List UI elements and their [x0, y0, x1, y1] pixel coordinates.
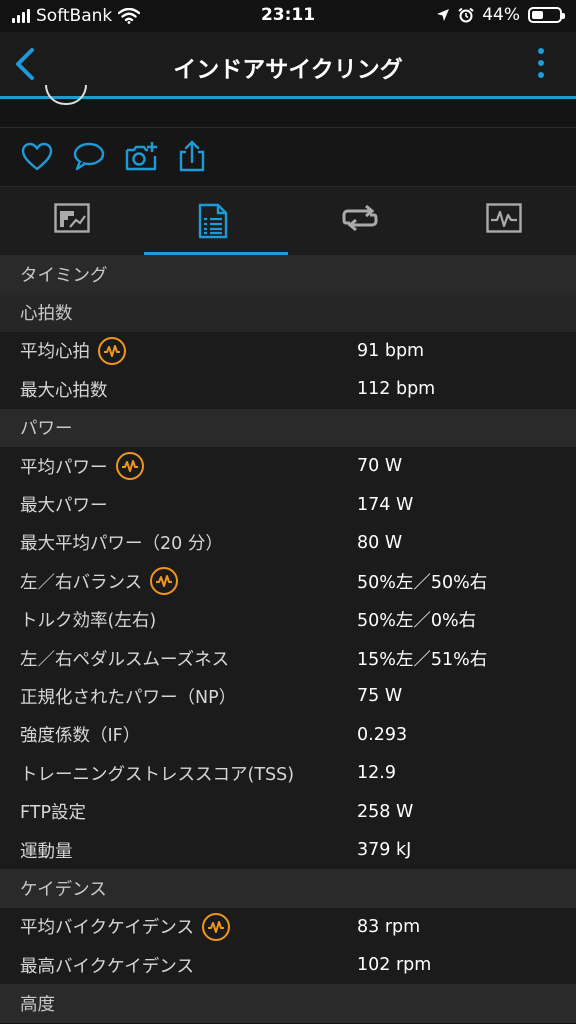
chart-icon [54, 203, 90, 233]
stat-value: 80 W [357, 532, 403, 553]
scrolled-header-strip [0, 85, 576, 128]
stat-label: 正規化されたパワー（NP） [20, 687, 237, 708]
tab-graphs[interactable] [432, 187, 576, 255]
row-tss: トレーニングストレススコア(TSS) 12.9 [0, 754, 576, 793]
waveform-badge-icon[interactable] [201, 912, 230, 941]
row-lr-balance: 左／右バランス 50%左／50%右 [0, 562, 576, 601]
stat-value: 258 W [357, 801, 414, 822]
row-torque-effectiveness: トルク効率(左右) 50%左／0%右 [0, 600, 576, 639]
section-title: 高度 [20, 995, 55, 1016]
row-avg-cadence: 平均バイクケイデンス 83 rpm [0, 907, 576, 947]
row-max-avg-power: 最大平均パワー（20 分） 80 W [0, 523, 576, 563]
stat-value: 50%左／50%右 [357, 572, 488, 593]
stat-value: 15%左／51%右 [357, 649, 488, 670]
tab-bar [0, 187, 576, 255]
stat-label: トルク効率(左右) [20, 611, 157, 632]
row-normalized-power: 正規化されたパワー（NP） 75 W [0, 677, 576, 716]
status-bar: SoftBank 23:11 44% [0, 0, 576, 32]
repeat-icon [342, 204, 378, 232]
stat-value: 50%左／0%右 [357, 611, 477, 632]
partial-avatar [45, 85, 87, 105]
stat-value: 174 W [357, 494, 414, 515]
stat-label: 平均バイクケイデンス [20, 918, 194, 939]
section-title: タイミング [20, 265, 108, 286]
page-title: インドアサイクリング [173, 57, 403, 83]
section-timing[interactable]: タイミング [0, 255, 576, 294]
stat-value: 83 rpm [357, 916, 421, 937]
stat-label: 強度係数（IF） [20, 726, 141, 747]
waveform-badge-icon[interactable] [98, 336, 126, 365]
section-title: 心拍数 [20, 304, 73, 325]
document-list-icon [198, 203, 228, 239]
row-avg-heart-rate: 平均心拍 91 bpm [0, 331, 576, 371]
stat-label: 運動量 [20, 841, 73, 862]
share-icon[interactable] [175, 140, 209, 174]
waveform-icon [486, 203, 522, 233]
stat-value: 70 W [357, 456, 403, 477]
section-power: パワー [0, 408, 576, 447]
stat-label: 最高バイクケイデンス [20, 956, 194, 977]
stat-value: 379 kJ [357, 840, 412, 861]
row-max-heart-rate: 最大心拍数 112 bpm [0, 370, 576, 409]
tab-overview[interactable] [0, 187, 144, 255]
waveform-badge-icon[interactable] [150, 567, 179, 596]
stat-label: 左／右バランス [20, 572, 143, 593]
stat-label: トレーニングストレススコア(TSS) [20, 764, 295, 785]
section-cadence: ケイデンス [0, 869, 576, 908]
row-work: 運動量 379 kJ [0, 830, 576, 870]
stat-value: 112 bpm [357, 379, 436, 400]
stat-label: 最大平均パワー（20 分） [20, 534, 223, 555]
stat-value: 12.9 [357, 763, 396, 784]
row-ftp: FTP設定 258 W [0, 792, 576, 831]
row-max-power: 最大パワー 174 W [0, 485, 576, 524]
like-icon[interactable] [20, 140, 54, 174]
row-pedal-smoothness: 左／右ペダルスムーズネス 15%左／51%右 [0, 638, 576, 678]
location-icon [437, 9, 450, 21]
section-heart-rate: 心拍数 [0, 293, 576, 332]
battery-percent: 44% [482, 5, 520, 25]
alarm-icon [458, 7, 474, 23]
status-right: 44% [436, 5, 565, 25]
stat-label: 平均パワー [20, 457, 108, 478]
add-photo-icon[interactable] [124, 140, 158, 174]
stat-label: 最大パワー [20, 496, 108, 517]
battery-fill [532, 11, 543, 19]
stat-label: 最大心拍数 [20, 380, 108, 401]
action-bar [0, 128, 576, 187]
comment-icon[interactable] [72, 140, 106, 174]
row-avg-power: 平均パワー 70 W [0, 446, 576, 486]
stat-value: 0.293 [357, 724, 408, 745]
section-elevation: 高度 [0, 984, 576, 1023]
stat-value: 75 W [357, 686, 403, 707]
vertical-dots-icon[interactable] [536, 48, 546, 84]
stats-list: タイミング 心拍数 平均心拍 91 bpm 最大心拍数 112 bpm パワー … [0, 255, 576, 1023]
section-title: パワー [20, 419, 73, 440]
row-max-cadence: 最高バイクケイデンス 102 rpm [0, 946, 576, 985]
battery-icon [528, 7, 565, 23]
row-intensity-factor: 強度係数（IF） 0.293 [0, 715, 576, 755]
section-title: ケイデンス [20, 879, 107, 900]
stat-label: 平均心拍 [20, 342, 90, 363]
tab-laps[interactable] [288, 187, 432, 255]
stat-value: 91 bpm [357, 340, 425, 361]
stat-value: 102 rpm [357, 955, 432, 976]
tab-stats[interactable] [144, 187, 288, 255]
stat-label: 左／右ペダルスムーズネス [20, 649, 230, 670]
stat-label: FTP設定 [20, 803, 87, 824]
waveform-badge-icon[interactable] [115, 452, 144, 481]
